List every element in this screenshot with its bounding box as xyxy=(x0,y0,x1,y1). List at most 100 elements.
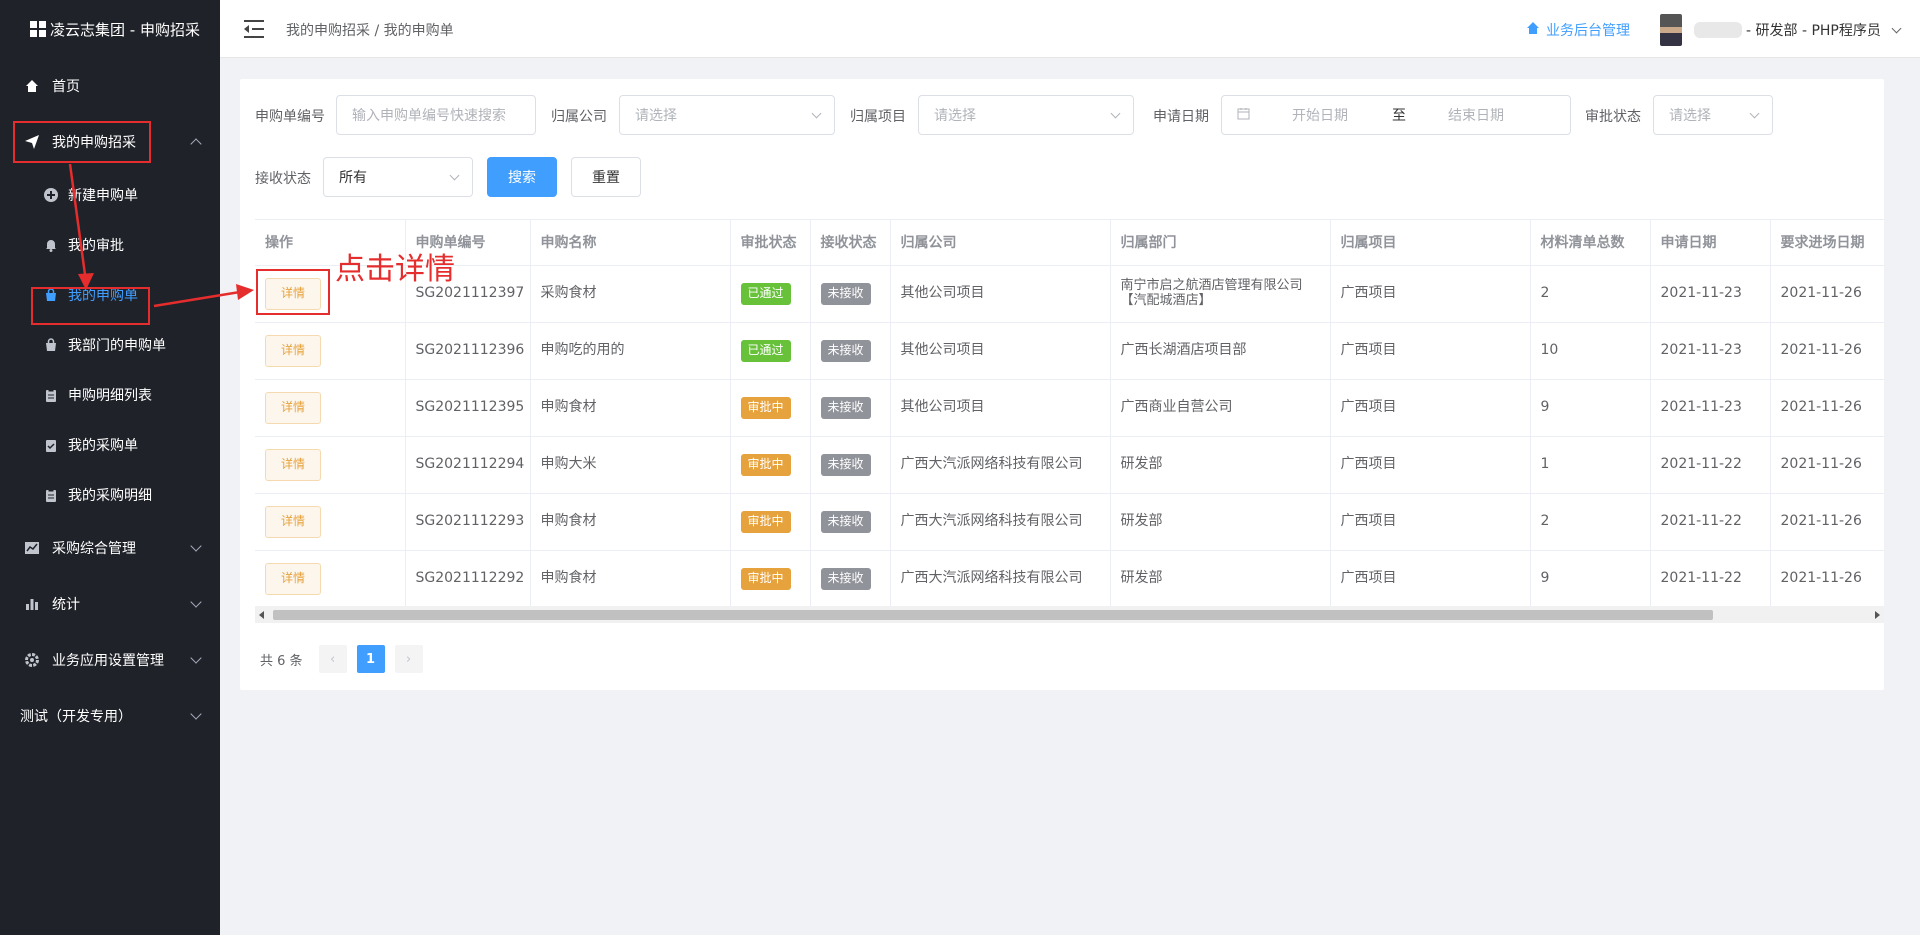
count-cell: 9 xyxy=(1530,550,1651,608)
column-header: 接收状态 xyxy=(810,220,891,266)
order-name-cell: 申购大米 xyxy=(530,436,731,494)
date-cell: 2021-11-22 xyxy=(1650,493,1771,551)
scroll-right-icon[interactable] xyxy=(1875,611,1880,619)
backend-link[interactable]: 业务后台管理 xyxy=(1526,20,1630,40)
order-no-cell: SG2021112395 xyxy=(405,379,531,437)
approval-status-select[interactable]: 请选择 xyxy=(1653,95,1773,135)
company-cell: 广西大汽派网络科技有限公司 xyxy=(890,436,1111,494)
chevron-down-icon xyxy=(190,708,202,720)
chevron-down-icon xyxy=(190,540,202,552)
column-header: 归属公司 xyxy=(890,220,1111,266)
date-range-picker[interactable]: 开始日期 至 结束日期 xyxy=(1221,95,1571,135)
chevron-down-icon xyxy=(449,170,460,181)
hamburger-menu-icon[interactable] xyxy=(244,20,264,38)
company-cell: 广西大汽派网络科技有限公司 xyxy=(890,493,1111,551)
detail-button[interactable]: 详情 xyxy=(265,562,321,595)
column-header: 申请日期 xyxy=(1650,220,1771,266)
approval-status-badge: 审批中 xyxy=(740,567,791,590)
reset-button[interactable]: 重置 xyxy=(571,157,641,197)
sidebar-item-new-order[interactable]: 新建申购单 xyxy=(0,170,220,220)
receive-status-label: 接收状态 xyxy=(255,171,311,187)
orders-table: 操作 申购单编号 申购名称 审批状态 接收状态 归属公司 归属部门 归属项目 材… xyxy=(255,219,1884,625)
order-no-input[interactable]: 输入申购单编号快速搜索 xyxy=(336,95,536,135)
project-cell: 广西项目 xyxy=(1330,493,1531,551)
home-icon xyxy=(1526,21,1540,39)
receive-status-select[interactable]: 所有 xyxy=(323,157,473,197)
company-cell: 广西大汽派网络科技有限公司 xyxy=(890,550,1111,608)
chevron-down-icon xyxy=(811,108,822,119)
project-cell: 广西项目 xyxy=(1330,550,1531,608)
main-panel: 申购单编号 输入申购单编号快速搜索 归属公司 请选择 归属项目 请选择 申请日期… xyxy=(240,79,1884,690)
sidebar-item-my-approval[interactable]: 我的审批 xyxy=(0,220,220,270)
date-end-input[interactable]: 结束日期 xyxy=(1448,105,1504,125)
column-header: 归属部门 xyxy=(1110,220,1331,266)
sidebar-item-my-procurement[interactable]: 我的采购单 xyxy=(0,420,220,470)
chevron-down-icon xyxy=(190,652,202,664)
dept-cell: 广西商业自营公司 xyxy=(1110,379,1331,437)
brand: 凌云志集团 - 申购招采 xyxy=(0,0,220,58)
date-cell: 2021-11-23 xyxy=(1650,265,1771,323)
project-cell: 广西项目 xyxy=(1330,322,1531,380)
due-date-cell: 2021-11-26 xyxy=(1770,493,1884,551)
due-date-cell: 2021-11-26 xyxy=(1770,436,1884,494)
chevron-down-icon xyxy=(190,596,202,608)
column-header: 材料清单总数 xyxy=(1530,220,1651,266)
company-select[interactable]: 请选择 xyxy=(619,95,835,135)
sidebar-item-settings[interactable]: 业务应用设置管理 xyxy=(0,632,220,688)
next-page-button[interactable]: › xyxy=(394,645,423,673)
receive-status-badge: 未接收 xyxy=(820,567,871,590)
chevron-up-icon xyxy=(190,138,202,150)
date-cell: 2021-11-22 xyxy=(1650,550,1771,608)
due-date-cell: 2021-11-26 xyxy=(1770,265,1884,323)
due-date-cell: 2021-11-26 xyxy=(1770,550,1884,608)
plus-circle-icon xyxy=(44,188,58,202)
project-label: 归属项目 xyxy=(850,109,906,125)
user-menu[interactable]: - 研发部 - PHP程序员 xyxy=(1660,14,1902,46)
scroll-thumb[interactable] xyxy=(273,610,1713,620)
detail-button[interactable]: 详情 xyxy=(265,334,321,367)
column-header: 要求进场日期 xyxy=(1770,220,1884,266)
page-number-button[interactable]: 1 xyxy=(356,645,385,673)
receive-status-badge: 未接收 xyxy=(820,282,871,305)
project-cell: 广西项目 xyxy=(1330,379,1531,437)
sidebar-item-home[interactable]: 首页 xyxy=(0,58,220,114)
search-button[interactable]: 搜索 xyxy=(487,157,557,197)
dept-cell: 研发部 xyxy=(1110,550,1331,608)
clipboard-check-icon xyxy=(44,438,58,452)
dept-cell: 南宁市启之航酒店管理有限公司【汽配城酒店】 xyxy=(1110,265,1331,323)
highlight-box xyxy=(13,121,151,163)
gear-icon xyxy=(24,652,40,668)
count-cell: 2 xyxy=(1530,493,1651,551)
date-cell: 2021-11-23 xyxy=(1650,322,1771,380)
avatar xyxy=(1660,14,1682,46)
highlight-box xyxy=(31,287,150,325)
sidebar-item-procurement-detail[interactable]: 我的采购明细 xyxy=(0,470,220,520)
detail-button[interactable]: 详情 xyxy=(265,505,321,538)
total-count: 共 6 条 xyxy=(260,653,303,669)
grid-logo-icon xyxy=(30,21,46,37)
dept-cell: 研发部 xyxy=(1110,436,1331,494)
detail-button[interactable]: 详情 xyxy=(265,448,321,481)
order-name-cell: 申购食材 xyxy=(530,379,731,437)
prev-page-button[interactable]: ‹ xyxy=(318,645,347,673)
sidebar-item-dept-orders[interactable]: 我部门的申购单 xyxy=(0,320,220,370)
scroll-left-icon[interactable] xyxy=(259,611,264,619)
table-row: 详情 SG2021112395 申购食材 审批中 未接收 其他公司项目 广西商业… xyxy=(255,379,1884,437)
order-name-cell: 申购食材 xyxy=(530,493,731,551)
approval-status-label: 审批状态 xyxy=(1585,109,1641,125)
sidebar-item-detail-list[interactable]: 申购明细列表 xyxy=(0,370,220,420)
top-header: 我的申购招采 / 我的申购单 业务后台管理 - 研发部 - PHP程序员 xyxy=(220,0,1920,58)
receive-status-badge: 未接收 xyxy=(820,339,871,362)
approval-status-badge: 已通过 xyxy=(740,282,791,305)
detail-button[interactable]: 详情 xyxy=(265,391,321,424)
horizontal-scrollbar[interactable] xyxy=(255,606,1884,623)
sidebar-item-procurement[interactable]: 采购综合管理 xyxy=(0,520,220,576)
sidebar-item-stats[interactable]: 统计 xyxy=(0,576,220,632)
date-label: 申请日期 xyxy=(1153,109,1209,125)
count-cell: 9 xyxy=(1530,379,1651,437)
chevron-down-icon xyxy=(1110,108,1121,119)
sidebar-item-test[interactable]: 测试（开发专用） xyxy=(0,688,220,744)
date-start-input[interactable]: 开始日期 xyxy=(1292,105,1348,125)
project-select[interactable]: 请选择 xyxy=(918,95,1134,135)
due-date-cell: 2021-11-26 xyxy=(1770,322,1884,380)
